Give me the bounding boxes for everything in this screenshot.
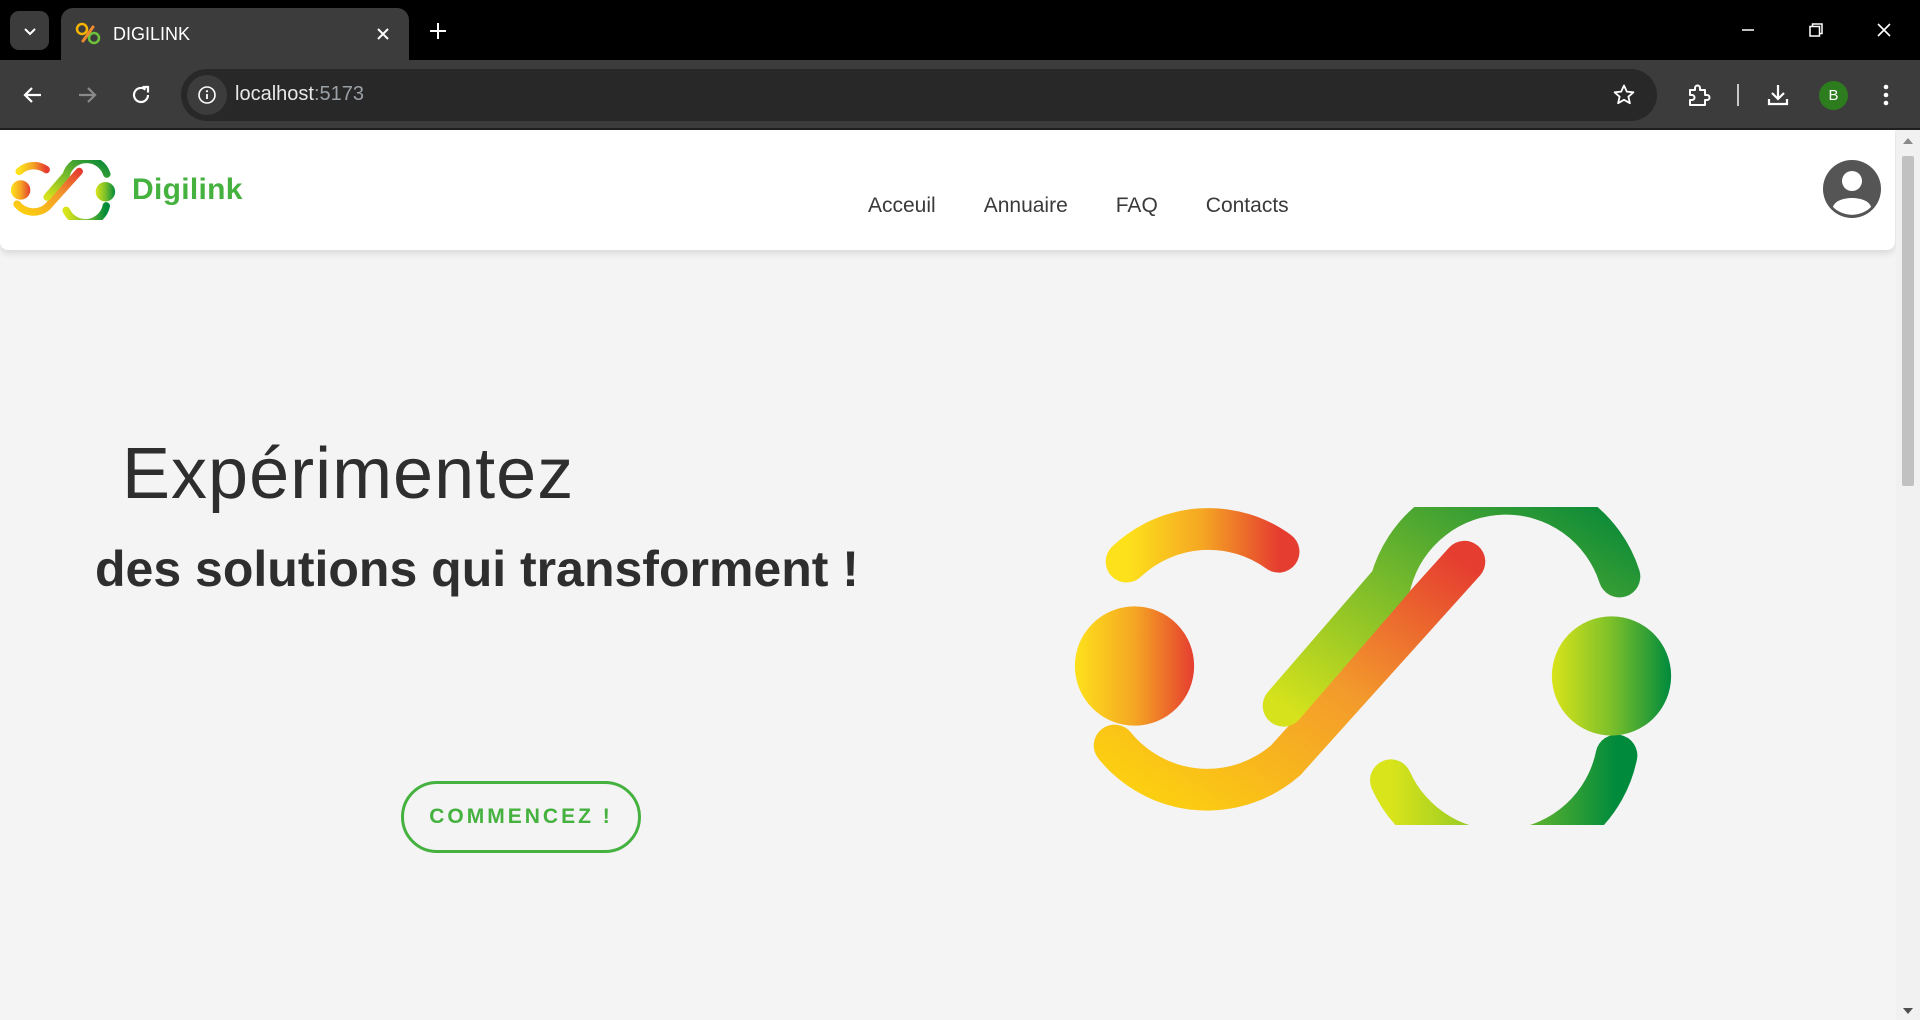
brand-name: Digilink	[132, 173, 243, 206]
page-scrollbar[interactable]	[1896, 130, 1920, 1020]
site-header: Digilink Acceuil Annuaire FAQ Contacts	[0, 130, 1895, 250]
toolbar-separator	[1737, 84, 1739, 106]
main-nav: Acceuil Annuaire FAQ Contacts	[868, 194, 1337, 218]
profile-avatar[interactable]: B	[1819, 81, 1848, 110]
browser-toolbar: localhost:5173 B	[0, 60, 1920, 130]
nav-link-acceuil[interactable]: Acceuil	[868, 194, 936, 218]
browser-tab-active[interactable]: DIGILINK	[61, 8, 409, 60]
tab-close-icon[interactable]	[371, 22, 395, 46]
reload-icon[interactable]	[124, 78, 158, 112]
extensions-puzzle-icon[interactable]	[1681, 77, 1717, 113]
restore-icon[interactable]	[1796, 14, 1836, 46]
url-text[interactable]: localhost:5173	[235, 83, 364, 106]
forward-arrow-icon[interactable]	[70, 78, 104, 112]
new-tab-plus-icon[interactable]	[424, 17, 452, 45]
brand-link[interactable]: Digilink	[10, 160, 243, 220]
scroll-down-arrow-icon[interactable]	[1903, 1008, 1913, 1014]
back-arrow-icon[interactable]	[16, 78, 50, 112]
download-icon[interactable]	[1760, 77, 1796, 113]
page-viewport: Digilink Acceuil Annuaire FAQ Contacts E…	[0, 130, 1920, 1020]
menu-kebab-icon[interactable]	[1868, 77, 1904, 113]
hero-subheadline: des solutions qui transforment !	[95, 541, 859, 597]
bookmark-star-icon[interactable]	[1611, 82, 1637, 108]
nav-link-annuaire[interactable]: Annuaire	[984, 194, 1068, 218]
digilink-favicon-icon	[75, 22, 101, 45]
address-bar[interactable]: localhost:5173	[181, 69, 1657, 121]
hero-digilink-logo-icon	[1074, 507, 1672, 825]
nav-link-contacts[interactable]: Contacts	[1206, 194, 1289, 218]
tab-title: DIGILINK	[113, 23, 191, 44]
hero-headline: Expérimentez	[122, 434, 575, 514]
scroll-up-arrow-icon[interactable]	[1903, 138, 1913, 144]
url-host: localhost	[235, 83, 314, 105]
scrollbar-thumb[interactable]	[1902, 156, 1914, 486]
browser-tabstrip: DIGILINK	[0, 0, 1920, 60]
tab-search-button[interactable]	[10, 11, 49, 50]
close-window-icon[interactable]	[1864, 14, 1904, 46]
site-info-icon[interactable]	[187, 75, 227, 115]
url-port: :5173	[313, 83, 364, 105]
commencez-button[interactable]: COMMENCEZ !	[401, 781, 641, 853]
chevron-down-icon	[23, 27, 36, 35]
digilink-logo-icon	[10, 160, 116, 220]
minimize-icon[interactable]	[1728, 14, 1768, 46]
user-account-icon[interactable]	[1822, 159, 1882, 219]
nav-link-faq[interactable]: FAQ	[1116, 194, 1158, 218]
